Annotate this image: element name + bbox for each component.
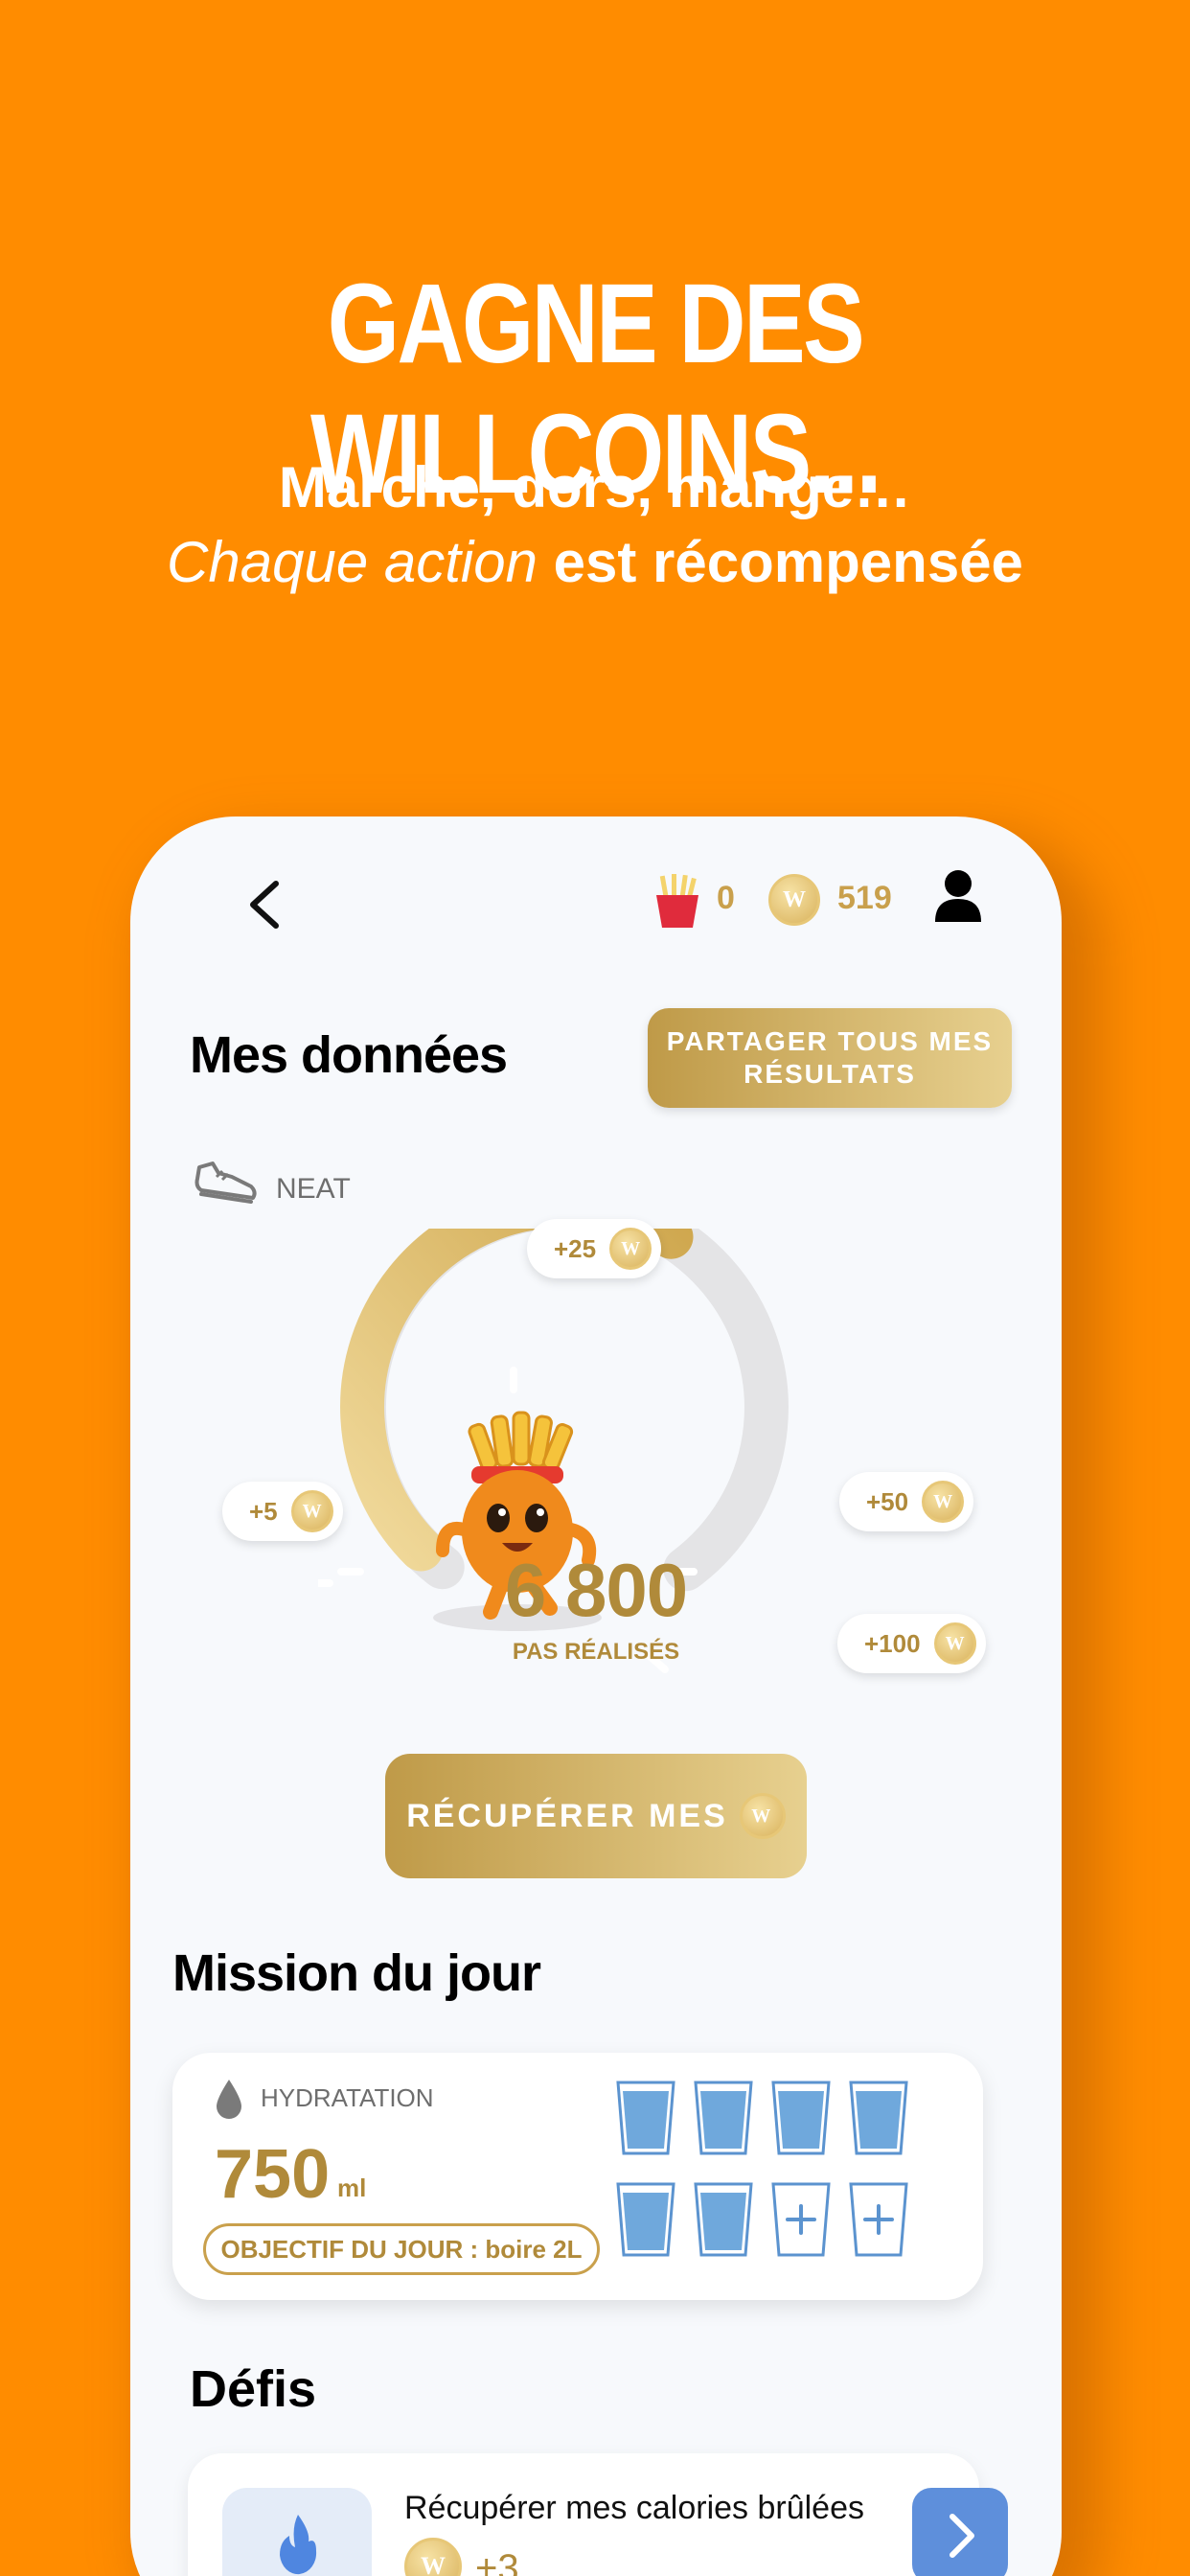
recover-label: RÉCUPÉRER MES (406, 1797, 728, 1834)
willcoin-icon (609, 1228, 652, 1270)
chevron-right-icon (950, 2514, 974, 2558)
coins-count: 519 (837, 880, 892, 916)
share-results-button[interactable]: PARTAGER TOUS MES RÉSULTATS (648, 1008, 1012, 1108)
water-drop-icon (217, 2080, 241, 2119)
milestone-label: +25 (554, 1233, 597, 1263)
steps-gauge (318, 1229, 789, 1673)
fries-icon (656, 874, 698, 928)
section-title-my-data: Mes données (190, 1026, 508, 1084)
hydration-value: 750 (215, 2136, 331, 2213)
willcoin-icon (922, 1481, 965, 1523)
flame-icon (280, 2515, 317, 2575)
steps-label: PAS RÉALISÉS (512, 1639, 680, 1665)
water-glass-filled (616, 2081, 675, 2155)
challenge-reward: +3 (475, 2547, 519, 2576)
mission-title: Mission du jour (172, 1944, 541, 2002)
milestone-25: +25 (527, 1219, 662, 1278)
phone-screen: 0 519 Mes données PARTAGER TOUS MES RÉSU… (130, 816, 1062, 2576)
water-glasses (615, 2080, 922, 2283)
challenge-go-button[interactable] (912, 2488, 1008, 2576)
daily-goal-badge: OBJECTIF DU JOUR : boire 2L (203, 2223, 600, 2275)
recover-coins-button[interactable]: RÉCUPÉRER MES (385, 1754, 807, 1878)
subtitle: Marche, dors, mange… Chaque action est r… (0, 450, 1190, 600)
back-arrow-icon[interactable] (238, 876, 295, 933)
willcoin-icon (290, 1490, 333, 1532)
challenges-title: Défis (190, 2360, 317, 2418)
willcoin-icon (768, 874, 820, 926)
sneaker-icon (195, 1162, 257, 1204)
water-glass-filled (694, 2081, 753, 2155)
subtitle-italic: Chaque action (167, 530, 538, 594)
challenge-card[interactable]: Récupérer mes calories brûlées +3 (188, 2453, 1008, 2576)
willcoin-icon (404, 2538, 462, 2576)
subtitle-bold: est récompensée (553, 530, 1023, 594)
water-glass-filled (694, 2182, 753, 2257)
subtitle-line1: Marche, dors, mange… (278, 455, 912, 519)
willcoin-icon (739, 1793, 786, 1839)
steps-value: 6 800 (504, 1548, 688, 1632)
water-glass-filled (616, 2182, 675, 2257)
water-glass-add-button[interactable] (770, 2181, 832, 2258)
hydration-label: HYDRATATION (261, 2083, 434, 2112)
hydration-unit: ml (337, 2174, 367, 2202)
water-glass-filled (849, 2081, 908, 2155)
neat-label: NEAT (276, 1173, 351, 1205)
challenge-text: Récupérer mes calories brûlées (404, 2490, 864, 2526)
milestone-50: +50 (839, 1472, 974, 1531)
hydration-card: HYDRATATION 750 ml OBJECTIF DU JOUR : bo… (172, 2053, 983, 2300)
milestone-5: +5 (222, 1482, 343, 1541)
fries-count: 0 (717, 880, 735, 916)
profile-icon[interactable] (933, 868, 983, 924)
water-glass-filled (771, 2081, 831, 2155)
water-glass-add-button[interactable] (848, 2181, 909, 2258)
subtitle-line2: Chaque action est récompensée (0, 525, 1190, 600)
flame-tile (222, 2488, 372, 2576)
milestone-label: +5 (249, 1496, 278, 1526)
milestone-label: +50 (866, 1486, 909, 1516)
